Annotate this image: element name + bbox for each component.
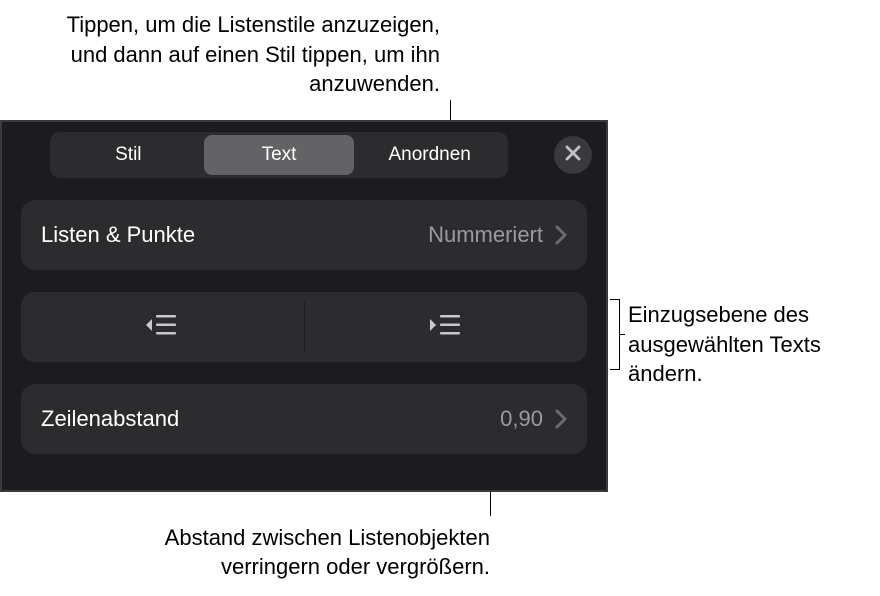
lists-bullets-label: Listen & Punkte [41,222,428,248]
format-panel: Stil Text Anordnen Listen & Punkte Numme… [0,120,608,492]
callout-list-styles: Tippen, um die Listenstile anzuzeigen, u… [40,10,440,99]
line-spacing-row[interactable]: Zeilenabstand 0,90 [21,384,587,454]
lists-bullets-value: Nummeriert [428,222,543,248]
tab-style[interactable]: Stil [53,135,204,175]
panel-body: Listen & Punkte Nummeriert [2,200,606,454]
callout-indent: Einzugsebene des ausgewählten Texts ände… [628,300,873,389]
indent-icon [428,312,464,343]
outdent-icon [144,312,180,343]
lists-bullets-row[interactable]: Listen & Punkte Nummeriert [21,200,587,270]
indent-button[interactable] [305,292,588,362]
indent-controls [21,292,587,362]
chevron-right-icon [555,409,567,429]
line-spacing-value: 0,90 [500,406,543,432]
tab-arrange[interactable]: Anordnen [354,135,505,175]
tab-bar: Stil Text Anordnen [2,122,606,196]
segmented-control: Stil Text Anordnen [50,132,508,178]
leader-line [619,334,625,335]
tab-text[interactable]: Text [204,135,355,175]
outdent-button[interactable] [21,292,304,362]
chevron-right-icon [555,225,567,245]
callout-line-spacing: Abstand zwischen Listenobjekten verringe… [70,523,490,582]
line-spacing-label: Zeilenabstand [41,406,500,432]
close-icon [565,145,581,166]
close-button[interactable] [554,136,592,174]
